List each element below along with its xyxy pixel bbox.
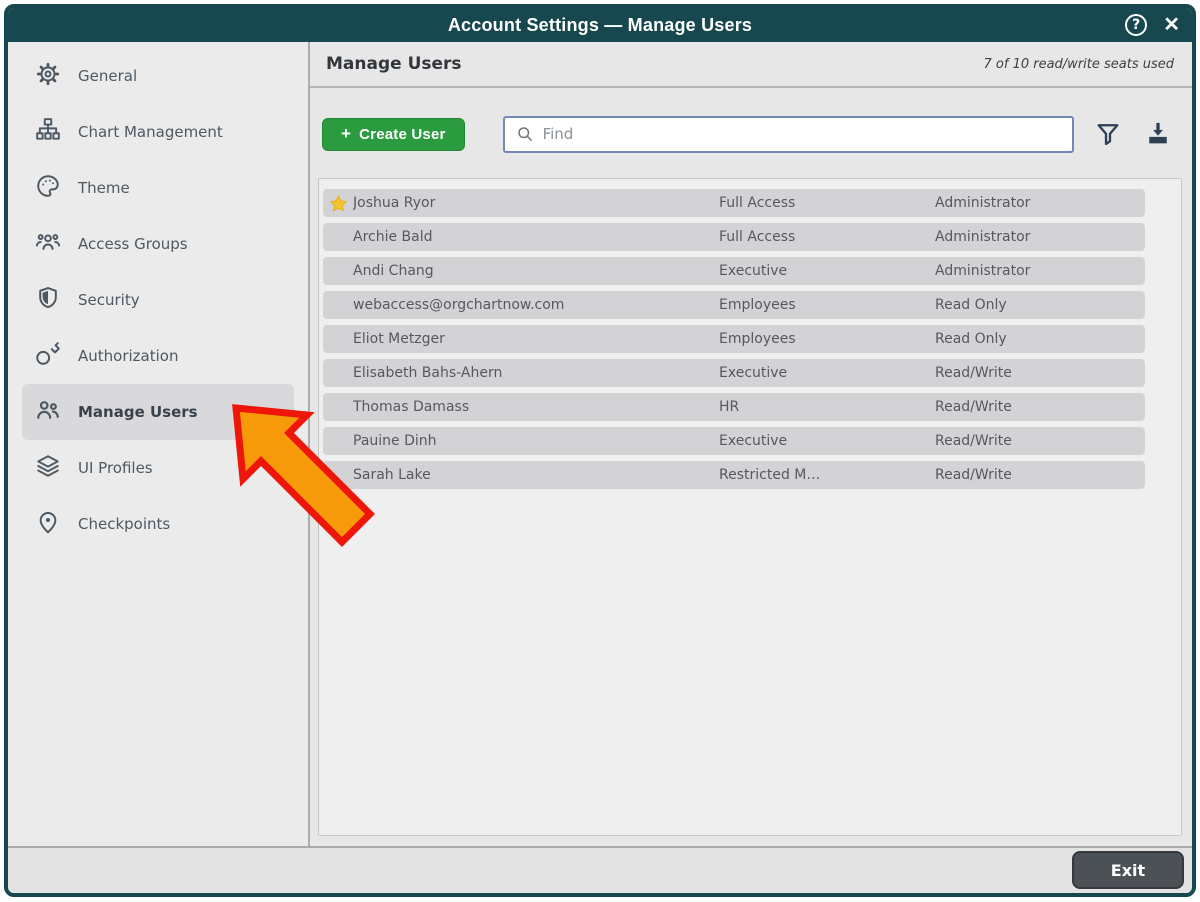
sidebar-item-label: General — [78, 67, 137, 85]
download-icon[interactable] — [1144, 120, 1172, 148]
create-user-button[interactable]: + Create User — [322, 118, 465, 151]
sidebar-item-access-groups[interactable]: Access Groups — [22, 216, 294, 272]
table-row[interactable]: Pauine Dinh Executive Read/Write — [323, 427, 1145, 455]
user-role: Read/Write — [935, 365, 1145, 381]
user-name: Elisabeth Bahs-Ahern — [353, 365, 719, 381]
org-chart-icon — [35, 117, 61, 147]
sidebar-item-label: Authorization — [78, 347, 178, 365]
user-role: Read Only — [935, 297, 1145, 313]
user-role: Read/Write — [935, 467, 1145, 483]
sidebar-item-label: Checkpoints — [78, 515, 170, 533]
create-user-label: Create User — [359, 126, 445, 143]
user-role: Read/Write — [935, 433, 1145, 449]
layers-icon — [35, 453, 61, 483]
user-name: Thomas Damass — [353, 399, 719, 415]
user-access-group: Executive — [719, 433, 935, 449]
sidebar-item-theme[interactable]: Theme — [22, 160, 294, 216]
map-pin-icon — [35, 509, 61, 539]
sidebar-item-label: Manage Users — [78, 403, 198, 421]
users-table: Joshua Ryor Full Access Administrator Ar… — [318, 178, 1182, 836]
user-role: Administrator — [935, 195, 1145, 211]
user-access-group: Restricted M… — [719, 467, 935, 483]
sidebar-item-label: Theme — [78, 179, 130, 197]
settings-sidebar: General Chart Manage — [8, 42, 310, 846]
shield-icon — [35, 285, 61, 315]
panel-header: Manage Users 7 of 10 read/write seats us… — [310, 42, 1192, 88]
people-group-icon — [35, 229, 61, 259]
user-name: Andi Chang — [353, 263, 719, 279]
users-icon — [35, 397, 61, 427]
sidebar-item-ui-profiles[interactable]: UI Profiles — [22, 440, 294, 496]
table-row[interactable]: Elisabeth Bahs-Ahern Executive Read/Writ… — [323, 359, 1145, 387]
plus-icon: + — [341, 124, 351, 144]
sidebar-item-label: Access Groups — [78, 235, 188, 253]
page-title: Manage Users — [326, 54, 462, 74]
account-settings-dialog: Account Settings — Manage Users ? ✕ — [4, 4, 1196, 897]
sidebar-item-checkpoints[interactable]: Checkpoints — [22, 496, 294, 552]
user-access-group: Full Access — [719, 229, 935, 245]
user-access-group: Executive — [719, 263, 935, 279]
table-row[interactable]: Archie Bald Full Access Administrator — [323, 223, 1145, 251]
seats-usage-note: 7 of 10 read/write seats used — [984, 57, 1175, 72]
table-row[interactable]: Thomas Damass HR Read/Write — [323, 393, 1145, 421]
titlebar-icons: ? ✕ — [1125, 8, 1180, 42]
window-title: Account Settings — Manage Users — [448, 15, 752, 36]
find-input[interactable] — [543, 125, 1062, 143]
user-name: Sarah Lake — [353, 467, 719, 483]
filter-icon[interactable] — [1094, 120, 1122, 148]
find-search-box[interactable] — [503, 116, 1074, 153]
user-access-group: Executive — [719, 365, 935, 381]
user-name: Archie Bald — [353, 229, 719, 245]
toolbar-icons — [1094, 120, 1176, 148]
sidebar-item-security[interactable]: Security — [22, 272, 294, 328]
user-role: Administrator — [935, 229, 1145, 245]
manage-users-panel: Manage Users 7 of 10 read/write seats us… — [310, 42, 1192, 846]
user-name: Joshua Ryor — [353, 195, 719, 211]
search-icon — [515, 124, 535, 144]
help-icon[interactable]: ? — [1125, 14, 1147, 36]
dialog-footer: Exit — [8, 846, 1192, 893]
star-icon — [323, 194, 353, 213]
table-row[interactable]: Eliot Metzger Employees Read Only — [323, 325, 1145, 353]
user-role: Read Only — [935, 331, 1145, 347]
sidebar-item-manage-users[interactable]: Manage Users — [22, 384, 294, 440]
user-role: Administrator — [935, 263, 1145, 279]
user-access-group: Full Access — [719, 195, 935, 211]
user-access-group: Employees — [719, 331, 935, 347]
user-name: Eliot Metzger — [353, 331, 719, 347]
sidebar-item-authorization[interactable]: Authorization — [22, 328, 294, 384]
key-icon — [35, 341, 61, 371]
users-toolbar: + Create User — [310, 88, 1192, 170]
exit-button[interactable]: Exit — [1072, 851, 1184, 889]
palette-icon — [35, 173, 61, 203]
sidebar-item-general[interactable]: General — [22, 48, 294, 104]
table-row[interactable]: webaccess@orgchartnow.com Employees Read… — [323, 291, 1145, 319]
table-row[interactable]: Sarah Lake Restricted M… Read/Write — [323, 461, 1145, 489]
user-role: Read/Write — [935, 399, 1145, 415]
sidebar-item-label: Security — [78, 291, 140, 309]
sidebar-item-chart-management[interactable]: Chart Management — [22, 104, 294, 160]
user-access-group: HR — [719, 399, 935, 415]
user-access-group: Employees — [719, 297, 935, 313]
table-row[interactable]: Andi Chang Executive Administrator — [323, 257, 1145, 285]
table-row[interactable]: Joshua Ryor Full Access Administrator — [323, 189, 1145, 217]
user-name: Pauine Dinh — [353, 433, 719, 449]
sidebar-item-label: Chart Management — [78, 123, 223, 141]
title-bar: Account Settings — Manage Users ? ✕ — [8, 8, 1192, 42]
gear-icon — [35, 61, 61, 91]
close-icon[interactable]: ✕ — [1163, 15, 1180, 35]
user-name: webaccess@orgchartnow.com — [353, 297, 719, 313]
sidebar-item-label: UI Profiles — [78, 459, 153, 477]
